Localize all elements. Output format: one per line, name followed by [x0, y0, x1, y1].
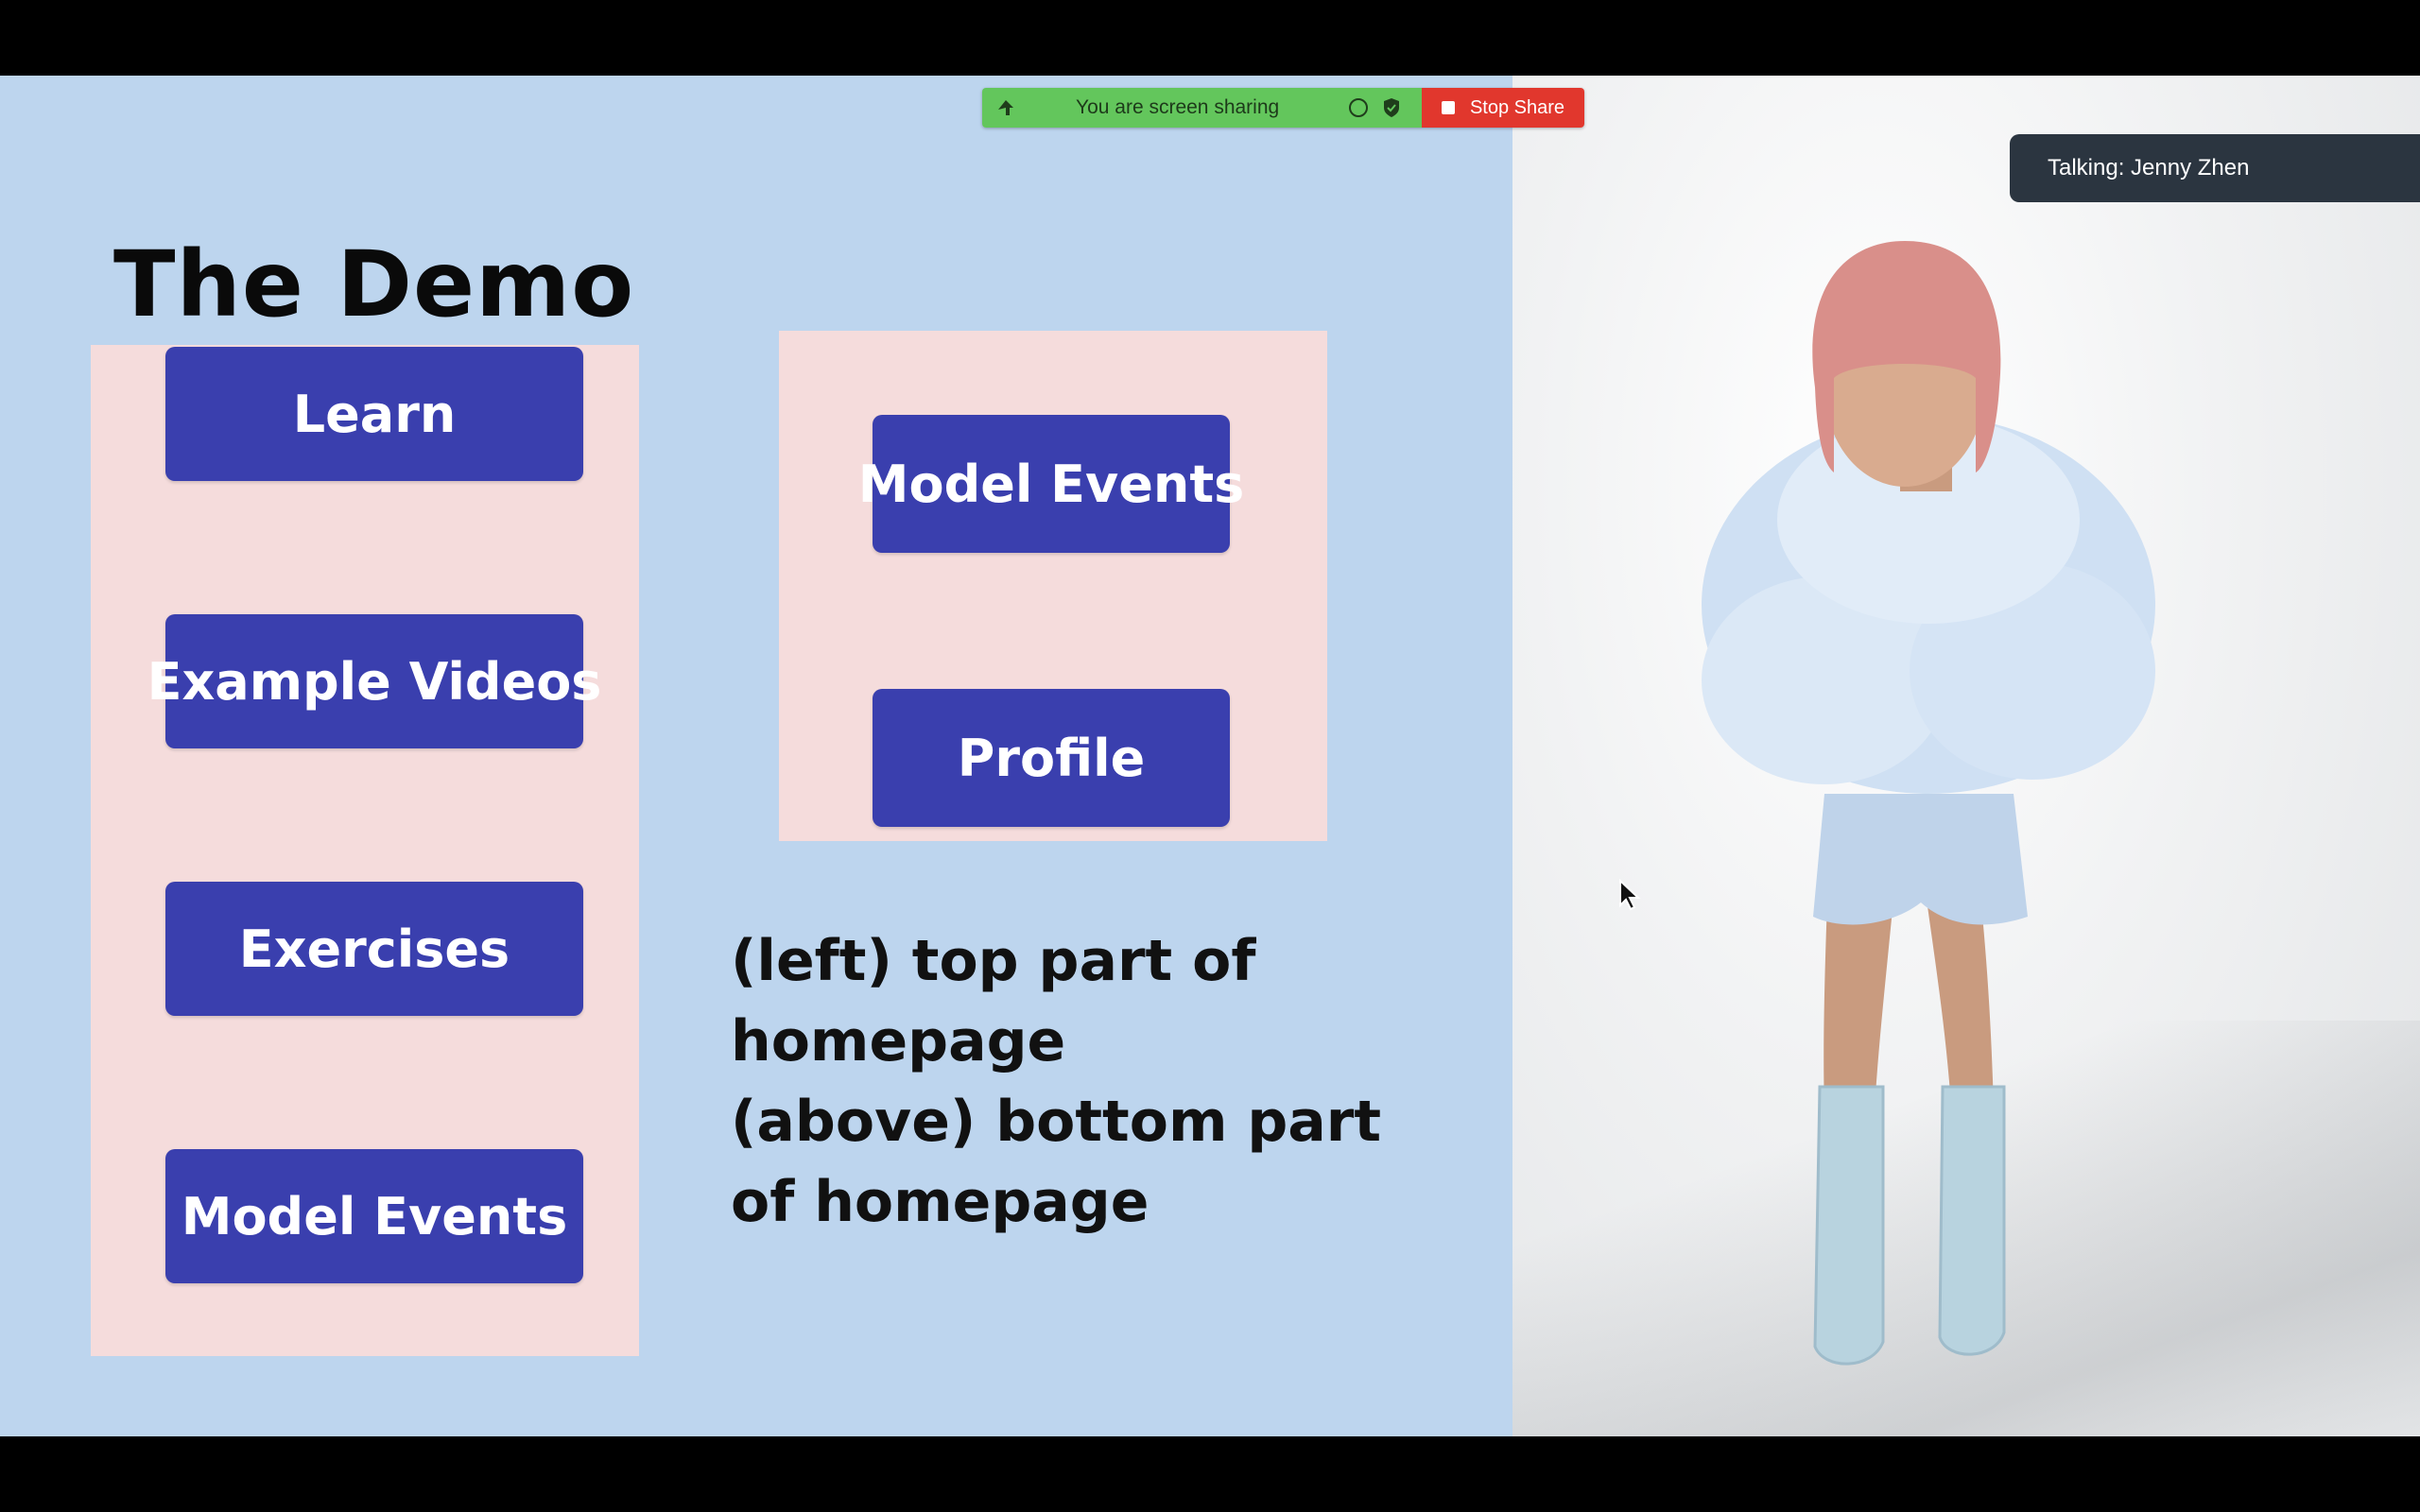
slide-button-exercises: Exercises [165, 882, 583, 1016]
slide-title: The Demo [113, 232, 635, 337]
pause-circle-icon[interactable] [1347, 96, 1370, 119]
person-figure [1702, 241, 2155, 1366]
bottom-letterbox [0, 1436, 2420, 1512]
stop-icon [1441, 101, 1455, 114]
caption-line: (above) bottom part [731, 1089, 1382, 1155]
pin-arrow-icon[interactable] [994, 95, 1018, 120]
talking-indicator: Talking: Jenny Zhen [2010, 134, 2420, 202]
mouse-cursor-icon [1619, 879, 1641, 911]
security-shield-icon[interactable] [1380, 96, 1403, 119]
stop-share-label: Stop Share [1469, 96, 1565, 118]
slide-button-model-events-bottom: Model Events [858, 415, 1244, 553]
top-letterbox [0, 0, 2420, 76]
slide-button-learn: Learn [165, 347, 583, 481]
slide-button-profile: Profile [873, 689, 1230, 827]
share-status-text: You are screen sharing [1076, 96, 1280, 118]
presentation-slide: The Demo Learn Example Videos Exercises … [0, 76, 1512, 1436]
slide-button-model-events: Model Events [165, 1149, 583, 1283]
stop-share-button[interactable]: Stop Share [1422, 88, 1584, 128]
video-feed [1512, 76, 2420, 1436]
screen-share-bar: You are screen sharing Stop Share [982, 88, 1584, 128]
share-status-section[interactable]: You are screen sharing [982, 88, 1422, 128]
caption-line: (left) top part of [731, 928, 1256, 994]
caption-line: homepage [731, 1008, 1066, 1074]
slide-button-example-videos: Example Videos [147, 614, 601, 748]
caption-line: of homepage [731, 1169, 1150, 1235]
slide-caption: (left) top part of homepage (above) bott… [731, 921, 1468, 1243]
